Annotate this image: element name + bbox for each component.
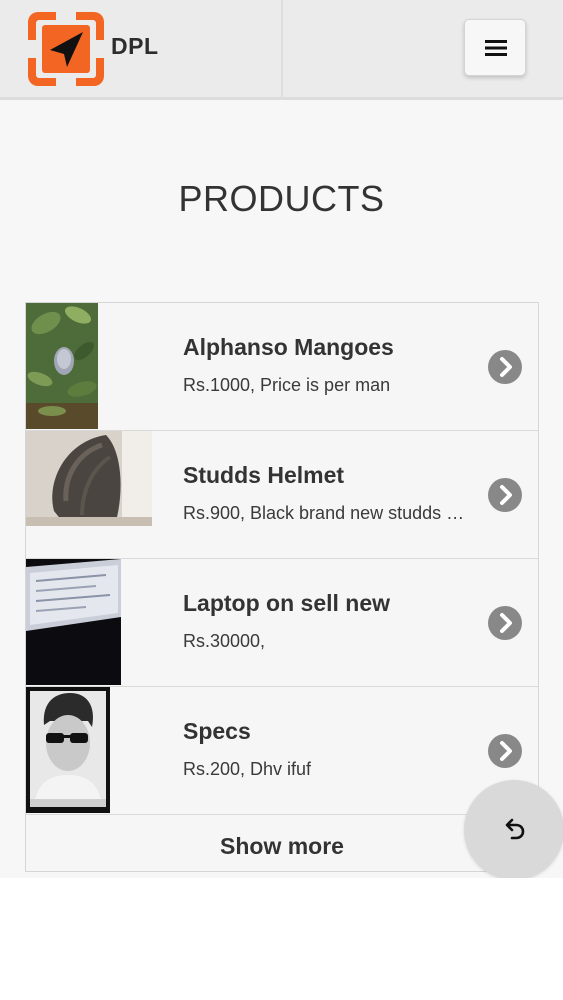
product-thumbnail [26, 431, 152, 526]
show-more-button[interactable]: Show more [26, 815, 538, 872]
product-thumbnail [26, 303, 98, 429]
product-row[interactable]: Laptop on sell new Rs.30000, [26, 559, 538, 687]
product-title: Studds Helmet [183, 462, 345, 488]
product-row[interactable]: Studds Helmet Rs.900, Black brand new st… [26, 431, 538, 559]
app-screen: DPL PRODUCTS Alphanso Mangoes Rs.1000, P… [0, 0, 563, 878]
product-subtitle: Rs.30000, [183, 631, 266, 651]
brand-name: DPL [111, 33, 159, 59]
undo-icon [505, 818, 525, 840]
product-row[interactable]: Specs Rs.200, Dhv ifuf [26, 687, 538, 815]
navigation-arrow-logo-icon[interactable] [26, 10, 106, 88]
chevron-right-circle-icon[interactable] [488, 606, 522, 640]
hamburger-menu-icon [485, 40, 507, 56]
product-subtitle: Rs.200, Dhv ifuf [183, 759, 312, 779]
product-title: Specs [183, 718, 251, 744]
product-subtitle: Rs.1000, Price is per man [183, 375, 391, 395]
product-row[interactable]: Alphanso Mangoes Rs.1000, Price is per m… [26, 303, 538, 431]
blank-area [0, 878, 563, 1000]
app-header: DPL [0, 0, 563, 100]
chevron-right-circle-icon[interactable] [488, 350, 522, 384]
product-list: Alphanso Mangoes Rs.1000, Price is per m… [25, 302, 539, 872]
menu-button[interactable] [464, 19, 526, 76]
product-title: Laptop on sell new [183, 590, 391, 616]
product-subtitle: Rs.900, Black brand new studds … [183, 503, 465, 523]
chevron-right-circle-icon[interactable] [488, 478, 522, 512]
undo-fab-button[interactable] [464, 780, 563, 878]
page-title: PRODUCTS [178, 178, 385, 219]
chevron-right-circle-icon[interactable] [488, 734, 522, 768]
product-title: Alphanso Mangoes [183, 334, 394, 360]
header-divider [281, 0, 283, 100]
product-thumbnail [26, 687, 110, 813]
product-thumbnail [26, 559, 121, 685]
